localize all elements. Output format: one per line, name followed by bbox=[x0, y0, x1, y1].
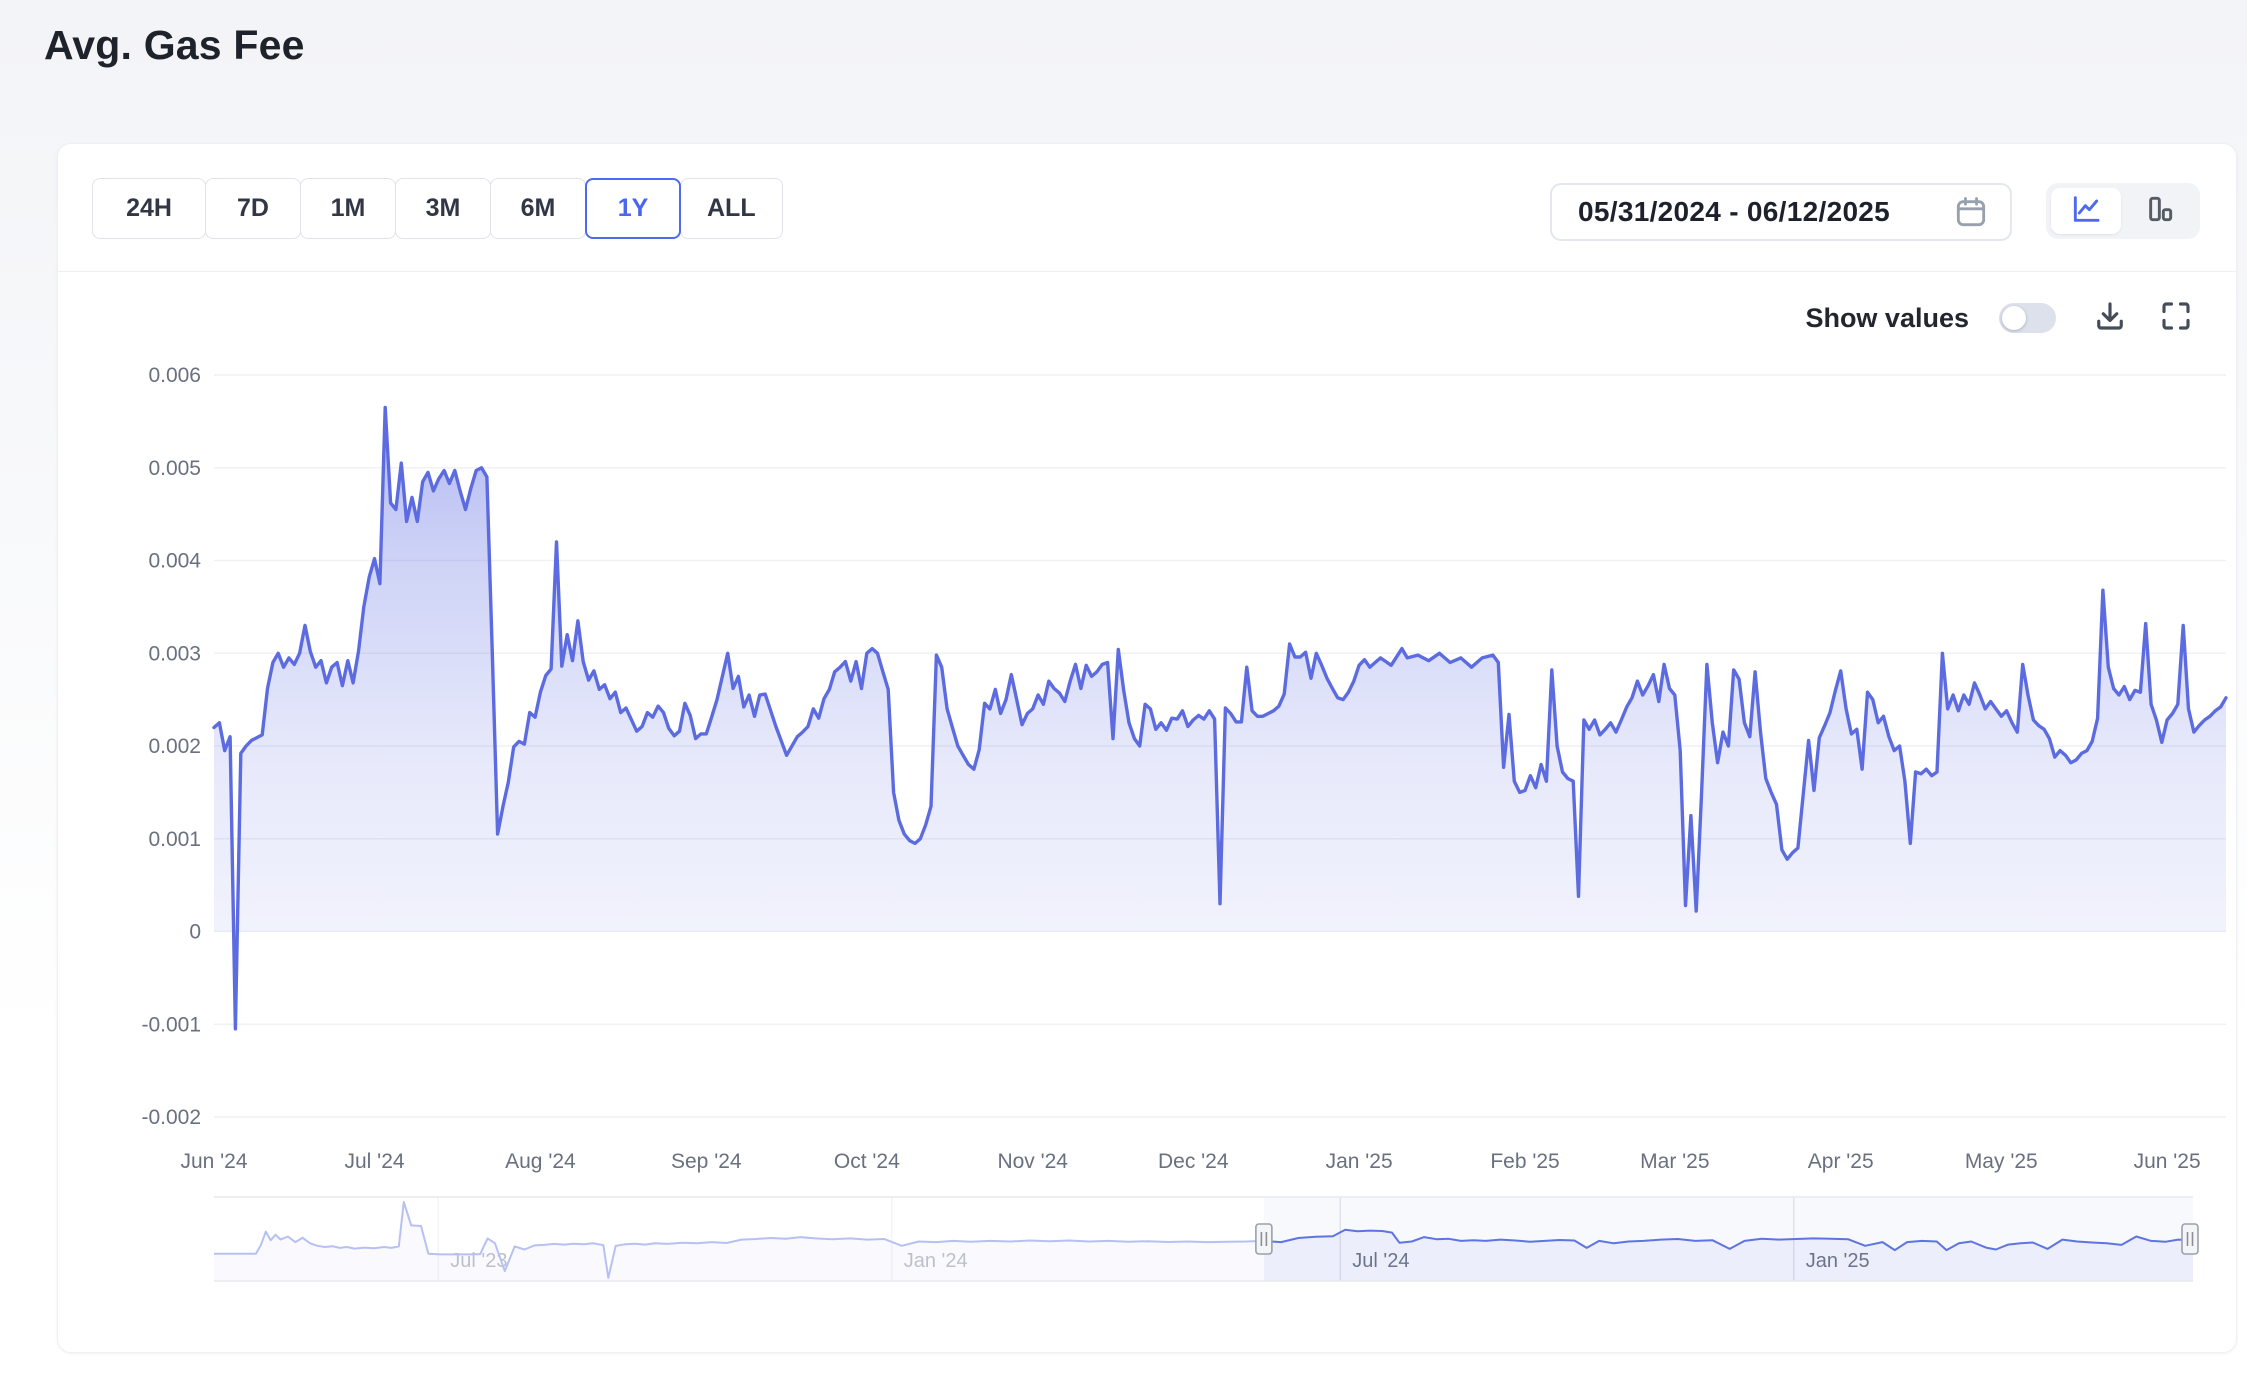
x-axis-label: Jun '24 bbox=[180, 1150, 247, 1173]
range-button-3m[interactable]: 3M bbox=[395, 178, 491, 239]
y-axis-label: 0 bbox=[189, 921, 201, 944]
toolbar: 24H7D1M3M6M1YALL 05/31/2024 - 06/12/2025 bbox=[92, 178, 2200, 242]
show-values-label: Show values bbox=[1805, 303, 1969, 334]
fullscreen-button[interactable] bbox=[2158, 298, 2194, 339]
nav-selected-range[interactable] bbox=[1264, 1197, 2193, 1281]
x-axis-label: Jul '24 bbox=[345, 1150, 405, 1173]
nav-series-area bbox=[214, 1202, 2193, 1281]
y-axis-label: 0.006 bbox=[148, 364, 201, 387]
date-range-picker[interactable]: 05/31/2024 - 06/12/2025 bbox=[1550, 183, 2012, 241]
x-axis-label: Jun '25 bbox=[2134, 1150, 2201, 1173]
nav-axis-label: Jan '25 bbox=[1806, 1250, 1870, 1272]
x-axis-label: Mar '25 bbox=[1640, 1150, 1709, 1173]
nav-unselected-mask bbox=[214, 1197, 1264, 1281]
download-button[interactable] bbox=[2092, 298, 2128, 339]
series-line bbox=[214, 408, 2226, 1029]
x-axis-label: Feb '25 bbox=[1490, 1150, 1559, 1173]
x-axis-label: Apr '25 bbox=[1808, 1150, 1874, 1173]
line-chart-icon bbox=[2070, 193, 2102, 230]
y-axis-label: 0.005 bbox=[148, 457, 201, 480]
x-axis-label: Aug '24 bbox=[505, 1150, 576, 1173]
nav-series-line bbox=[214, 1202, 2193, 1278]
range-button-1m[interactable]: 1M bbox=[300, 178, 396, 239]
range-button-1y[interactable]: 1Y bbox=[585, 178, 681, 239]
y-axis-label: -0.002 bbox=[141, 1106, 201, 1129]
x-axis-label: May '25 bbox=[1965, 1150, 2038, 1173]
toggle-knob bbox=[2002, 306, 2026, 330]
y-axis-label: 0.004 bbox=[148, 550, 201, 573]
range-button-7d[interactable]: 7D bbox=[205, 178, 301, 239]
x-axis-label: Dec '24 bbox=[1158, 1150, 1229, 1173]
time-range-group: 24H7D1M3M6M1YALL bbox=[92, 178, 783, 239]
y-axis-label: 0.002 bbox=[148, 735, 201, 758]
range-button-24h[interactable]: 24H bbox=[92, 178, 206, 239]
nav-axis-label: Jan '24 bbox=[904, 1250, 968, 1272]
fullscreen-icon bbox=[2158, 298, 2194, 339]
nav-handle-left[interactable] bbox=[1256, 1224, 1272, 1254]
x-axis-label: Nov '24 bbox=[997, 1150, 1068, 1173]
x-axis-label: Jan '25 bbox=[1326, 1150, 1393, 1173]
nav-axis-label: Jul '24 bbox=[1352, 1250, 1409, 1272]
range-button-6m[interactable]: 6M bbox=[490, 178, 586, 239]
toolbar-right: 05/31/2024 - 06/12/2025 bbox=[1550, 183, 2200, 241]
nav-handle-right[interactable] bbox=[2182, 1224, 2198, 1254]
calendar-icon bbox=[1952, 193, 1990, 231]
date-range-value: 05/31/2024 - 06/12/2025 bbox=[1578, 196, 1890, 228]
y-axis-label: 0.003 bbox=[148, 642, 201, 665]
x-axis-label: Sep '24 bbox=[671, 1150, 742, 1173]
x-axis-label: Oct '24 bbox=[834, 1150, 900, 1173]
nav-axis-label: Jul '23 bbox=[450, 1250, 507, 1272]
page-title: Avg. Gas Fee bbox=[44, 22, 305, 69]
chart-card: 24H7D1M3M6M1YALL 05/31/2024 - 06/12/2025 bbox=[57, 143, 2237, 1353]
bar-chart-icon bbox=[2144, 193, 2176, 230]
chart-type-bar-button[interactable] bbox=[2125, 188, 2195, 234]
series-area bbox=[214, 408, 2226, 1029]
range-button-all[interactable]: ALL bbox=[680, 178, 783, 239]
y-axis-label: 0.001 bbox=[148, 828, 201, 851]
toolbar-divider bbox=[58, 271, 2236, 272]
download-icon bbox=[2092, 298, 2128, 339]
chart-type-toggle bbox=[2046, 183, 2200, 239]
show-values-toggle[interactable] bbox=[1999, 303, 2056, 333]
y-axis-label: -0.001 bbox=[141, 1013, 201, 1036]
chart-type-line-button[interactable] bbox=[2051, 188, 2121, 234]
chart-controls: Show values bbox=[1805, 296, 2194, 340]
